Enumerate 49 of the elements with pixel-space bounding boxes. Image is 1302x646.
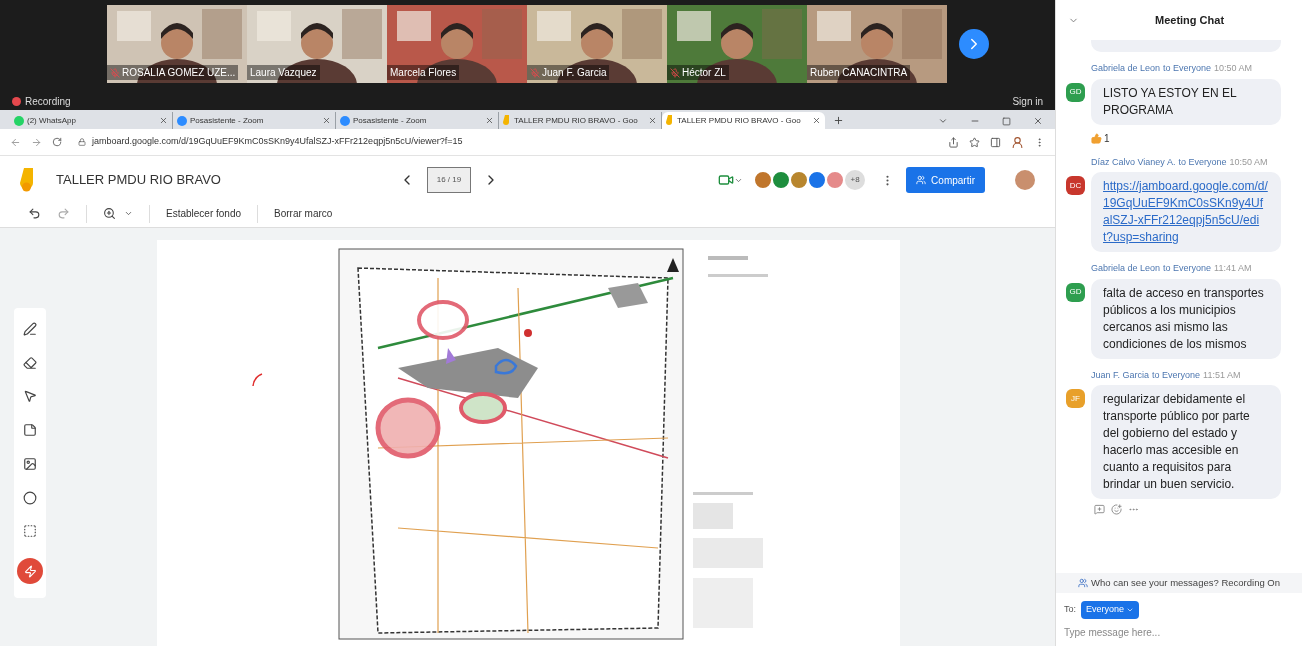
sender-avatar: JF	[1066, 389, 1085, 408]
message-audience: to Everyone	[1152, 368, 1201, 382]
tab-title: Posasistente - Zoom	[190, 114, 265, 127]
message-audience: to Everyone	[1178, 155, 1227, 169]
message-audience: to Everyone	[1163, 62, 1212, 75]
message-audience: to Everyone	[1163, 262, 1212, 275]
to-label: To:	[1064, 603, 1076, 617]
browser-tab[interactable]: Posasistente - Zoom	[336, 112, 499, 129]
tab-title: TALLER PMDU RIO BRAVO - Goo	[514, 114, 639, 127]
browser-tab[interactable]: TALLER PMDU RIO BRAVO - Goo	[662, 112, 825, 129]
extra-collaborators-badge[interactable]: +8	[845, 170, 866, 190]
message-text: regularizar debidamente el transporte público por parte del gobierno del estado y hacerlo mas accesible en cuanto a requisitos para brindar un buen servicio.	[1103, 391, 1251, 493]
message-input[interactable]: Type message here...	[1064, 625, 1294, 640]
sender-name: Gabriela de Leon	[1091, 262, 1161, 275]
tab-title: Posasistente - Zoom	[353, 114, 428, 127]
tab-title: (2) WhatsApp	[27, 114, 77, 127]
browser-tab[interactable]: (2) WhatsApp	[10, 112, 173, 129]
tab-title: TALLER PMDU RIO BRAVO - Goo	[677, 114, 802, 127]
message-time: 11:41 AM	[1214, 262, 1252, 275]
browser-tab[interactable]: Posasistente - Zoom	[173, 112, 336, 129]
message-time: 10:50 AM	[1214, 62, 1253, 75]
participant-name: ROSALIA GOMEZ UZE...	[122, 66, 236, 80]
recipient-dropdown[interactable]: Everyone	[1081, 601, 1140, 619]
toolbar-button[interactable]: Establecer fondo	[166, 206, 242, 221]
participant-name: Marcela Flores	[390, 66, 457, 80]
participant-name: Héctor ZL	[682, 66, 726, 80]
sender-avatar: DC	[1066, 176, 1085, 195]
participant-name: Ruben CANACINTRA	[810, 66, 908, 80]
chat-title: Meeting Chat	[1155, 12, 1225, 28]
participant-name: Juan F. Garcia	[542, 66, 607, 80]
sender-name: Gabriela de Leon	[1091, 62, 1161, 75]
message-text: LISTO YA ESTOY EN EL PROGRAMA	[1103, 84, 1238, 119]
sender-name: Díaz Calvo Vianey A.	[1091, 155, 1176, 169]
sender-avatar: GD	[1066, 282, 1085, 302]
message-link[interactable]: https://jamboard.google.com/d/19GqUuEF9KmC0sSKn9y4UfalSZJ-xFFr212eqpj5n5cU/edit?usp=sharing	[1103, 178, 1269, 246]
sign-in-link[interactable]: Sign in	[1012, 94, 1043, 109]
frame-counter[interactable]: 16 / 19	[426, 167, 471, 193]
toolbar-button[interactable]: Borrar marco	[274, 206, 333, 221]
message-time: 11:51 AM	[1203, 368, 1241, 382]
message-time: 10:50 AM	[1229, 155, 1268, 169]
address-bar[interactable]: jamboard.google.com/d/19GqUuEF9KmC0sSKn9y4UfalSZJ-xFFr212eqpj5n5cU/viewer?f=15	[72, 132, 938, 152]
sender-avatar: GD	[1066, 82, 1085, 102]
jamboard-title[interactable]: TALLER PMDU RIO BRAVO	[56, 170, 221, 190]
message-text: falta de acceso en transportes públicos a los municipios cercanos asi mismo las condiciones de los mismos	[1103, 284, 1265, 353]
participant-name: Laura Vazquez	[250, 66, 317, 80]
recording-label: Recording	[25, 95, 71, 109]
share-button[interactable]: Compartir	[906, 167, 985, 193]
reaction-count[interactable]: 1	[1104, 130, 1110, 146]
sender-name: Juan F. Garcia	[1091, 368, 1150, 382]
